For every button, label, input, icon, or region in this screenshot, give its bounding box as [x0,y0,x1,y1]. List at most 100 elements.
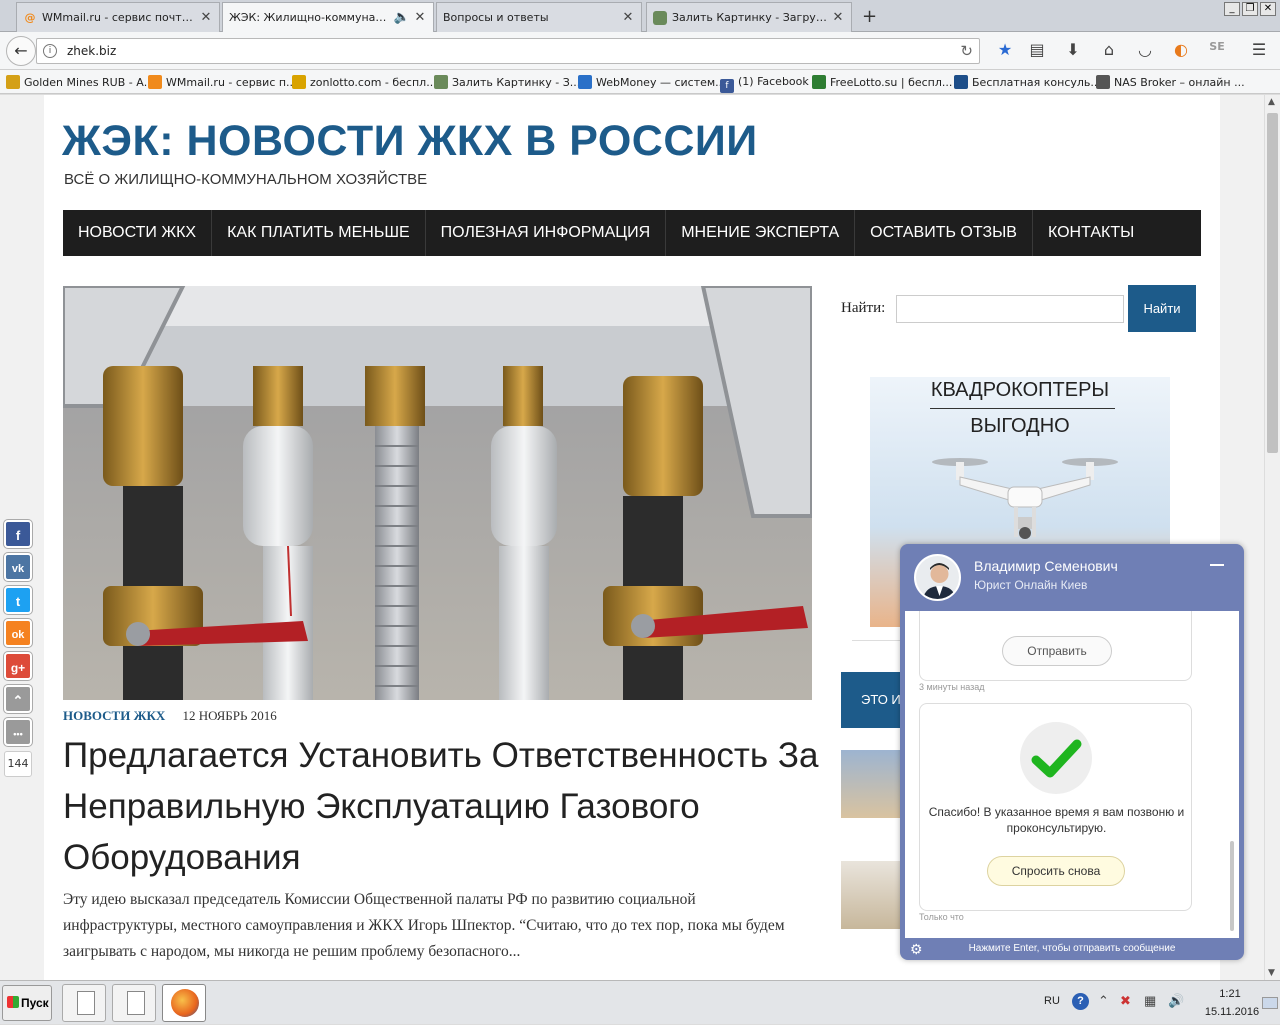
facebook-share-icon[interactable]: f [4,520,32,548]
article-category[interactable]: НОВОСТИ ЖКХ [63,708,165,723]
close-icon[interactable]: ✕ [831,10,845,25]
menu-item-leave-review[interactable]: ОСТАВИТЬ ОТЗЫВ [855,210,1033,256]
article-headline[interactable]: Предлагается Установить Ответственность … [63,730,823,883]
speaker-icon[interactable]: 🔈 [391,10,413,25]
taskbar-app-firefox[interactable] [162,984,206,1022]
chat-header[interactable]: Владимир Семенович Юрист Онлайн Киев [900,544,1244,611]
close-icon[interactable]: ✕ [621,10,635,25]
social-share-bar: f vk t ok g+ ⌃ ••• 144 [4,520,34,777]
pocket-icon[interactable]: ◡ [1134,40,1156,59]
taskbar-app-document[interactable] [62,984,106,1022]
bookmark-item[interactable]: FreeLotto.su | беспл... [812,75,952,89]
menu-item-useful-info[interactable]: ПОЛЕЗНАЯ ИНФОРМАЦИЯ [426,210,667,256]
bookmark-item[interactable]: Залить Картинку - З... [434,75,580,89]
network-icon[interactable]: ▦ [1144,993,1156,1009]
person-icon [916,556,959,599]
twitter-share-icon[interactable]: t [4,586,32,614]
odnoklassniki-share-icon[interactable]: ok [4,619,32,647]
extension-icon[interactable]: ◐ [1170,40,1192,59]
page-scrollbar[interactable]: ▲ ▼ [1264,95,1280,980]
bookmark-icon [434,75,448,89]
more-share-icon[interactable]: ••• [4,718,32,746]
bookmark-item[interactable]: WMmail.ru - сервис п... [148,75,297,89]
ask-again-button[interactable]: Спросить снова [987,856,1125,886]
minimize-icon[interactable]: _ [1224,2,1240,16]
scroll-down-arrow-icon[interactable]: ▼ [1268,968,1275,978]
back-button[interactable]: ← [6,36,36,66]
chat-confirmation-bubble: Спасибо! В указанное время я вам позвоню… [919,703,1192,911]
bookmark-label: NAS Broker – онлайн ... [1114,76,1245,89]
image-icon [653,10,667,25]
home-icon[interactable]: ⌂ [1098,40,1120,59]
article-hero-image[interactable] [63,286,812,700]
tab-zhek[interactable]: ЖЭК: Жилищно-коммунальн... 🔈 ✕ [222,2,434,32]
agent-name: Владимир Семенович [974,558,1118,574]
bookmark-icon [812,75,826,89]
se-addon-icon[interactable]: SE [1206,40,1228,53]
bookmark-icon [954,75,968,89]
menu-item-contacts[interactable]: КОНТАКТЫ [1033,210,1149,256]
scroll-up-icon[interactable]: ⌃ [4,685,32,713]
navigation-bar: ← i zhek.biz ↻ ★ ▤ ⬇ ⌂ ◡ ◐ SE ☰ [0,32,1280,70]
tab-label: WMmail.ru - сервис почтовы... [42,11,199,24]
show-desktop-button[interactable] [1262,997,1278,1009]
start-button[interactable]: Пуск [2,985,52,1021]
vk-share-icon[interactable]: vk [4,553,32,581]
taskbar-app-document[interactable] [112,984,156,1022]
taskbar: Пуск RU ? ⌃ ✖ ▦ 🔊 1:21 15.11.2016 [0,980,1280,1024]
agent-avatar [914,554,961,601]
bookmark-label: (1) Facebook [738,75,809,88]
chat-scrollbar[interactable] [1230,841,1234,931]
menu-item-expert-opinion[interactable]: МНЕНИЕ ЭКСПЕРТА [666,210,856,256]
tab-wmmail[interactable]: @ WMmail.ru - сервис почтовы... ✕ [16,2,220,32]
bookmark-item[interactable]: Бесплатная консуль... [954,75,1101,89]
help-icon[interactable]: ? [1072,993,1089,1010]
bookmark-item[interactable]: WebMoney — систем... [578,75,726,89]
message-timestamp: Только что [919,912,964,922]
menu-item-pay-less[interactable]: КАК ПЛАТИТЬ МЕНЬШЕ [212,210,426,256]
article-date: 12 НОЯБРЬ 2016 [182,708,277,723]
library-icon[interactable]: ▤ [1026,40,1048,59]
bookmark-label: WMmail.ru - сервис п... [166,76,297,89]
bookmark-label: Бесплатная консуль... [972,76,1101,89]
bookmark-item[interactable]: NAS Broker – онлайн ... [1096,75,1245,89]
language-indicator[interactable]: RU [1044,995,1060,1007]
bookmark-item[interactable]: zonlotto.com - беспл... [292,75,437,89]
bookmark-item[interactable]: Golden Mines RUB - А... [6,75,154,89]
volume-icon[interactable]: 🔊 [1168,993,1184,1009]
bookmark-star-icon[interactable]: ★ [994,40,1016,59]
menu-icon[interactable]: ☰ [1248,40,1270,59]
tray-expand-icon[interactable]: ⌃ [1098,993,1109,1009]
clock-date[interactable]: 15.11.2016 [1202,1006,1262,1018]
chat-messages: Отправить 3 минуты назад Спасибо! В указ… [905,611,1239,938]
close-icon[interactable]: ✕ [413,10,427,25]
new-tab-button[interactable]: + [862,6,877,27]
close-window-icon[interactable]: ✕ [1260,2,1276,16]
site-title[interactable]: ЖЭК: НОВОСТИ ЖКХ В РОССИИ [62,117,758,166]
url-bar[interactable]: i zhek.biz ↻ [36,38,980,64]
bookmark-item[interactable]: f (1) Facebook [720,75,809,93]
bookmark-label: Залить Картинку - З... [452,76,581,89]
facebook-icon: f [720,79,734,93]
scrollbar-thumb[interactable] [1267,113,1278,453]
googleplus-share-icon[interactable]: g+ [4,652,32,680]
tab-questions[interactable]: Вопросы и ответы ✕ [436,2,642,32]
search-input[interactable] [896,295,1124,323]
clock-time[interactable]: 1:21 [1212,988,1248,1000]
reload-icon[interactable]: ↻ [960,42,973,60]
minimize-icon[interactable] [1210,564,1224,566]
chat-input-hint[interactable]: Нажмите Enter, чтобы отправить сообщение [900,938,1244,960]
tab-image-upload[interactable]: Залить Картинку - Загрузи... ✕ [646,2,852,32]
close-icon[interactable]: ✕ [199,10,213,25]
network-error-icon[interactable]: ✖ [1120,993,1131,1009]
url-text[interactable]: zhek.biz [67,44,116,58]
downloads-icon[interactable]: ⬇ [1062,40,1084,59]
info-icon[interactable]: i [43,44,57,58]
search-button[interactable]: Найти [1128,285,1196,332]
send-button[interactable]: Отправить [1002,636,1112,666]
message-timestamp: 3 минуты назад [919,682,985,692]
restore-icon[interactable]: ❐ [1242,2,1258,16]
share-count: 144 [4,751,32,777]
menu-item-news[interactable]: НОВОСТИ ЖКХ [63,210,213,256]
scroll-up-arrow-icon[interactable]: ▲ [1268,97,1275,107]
